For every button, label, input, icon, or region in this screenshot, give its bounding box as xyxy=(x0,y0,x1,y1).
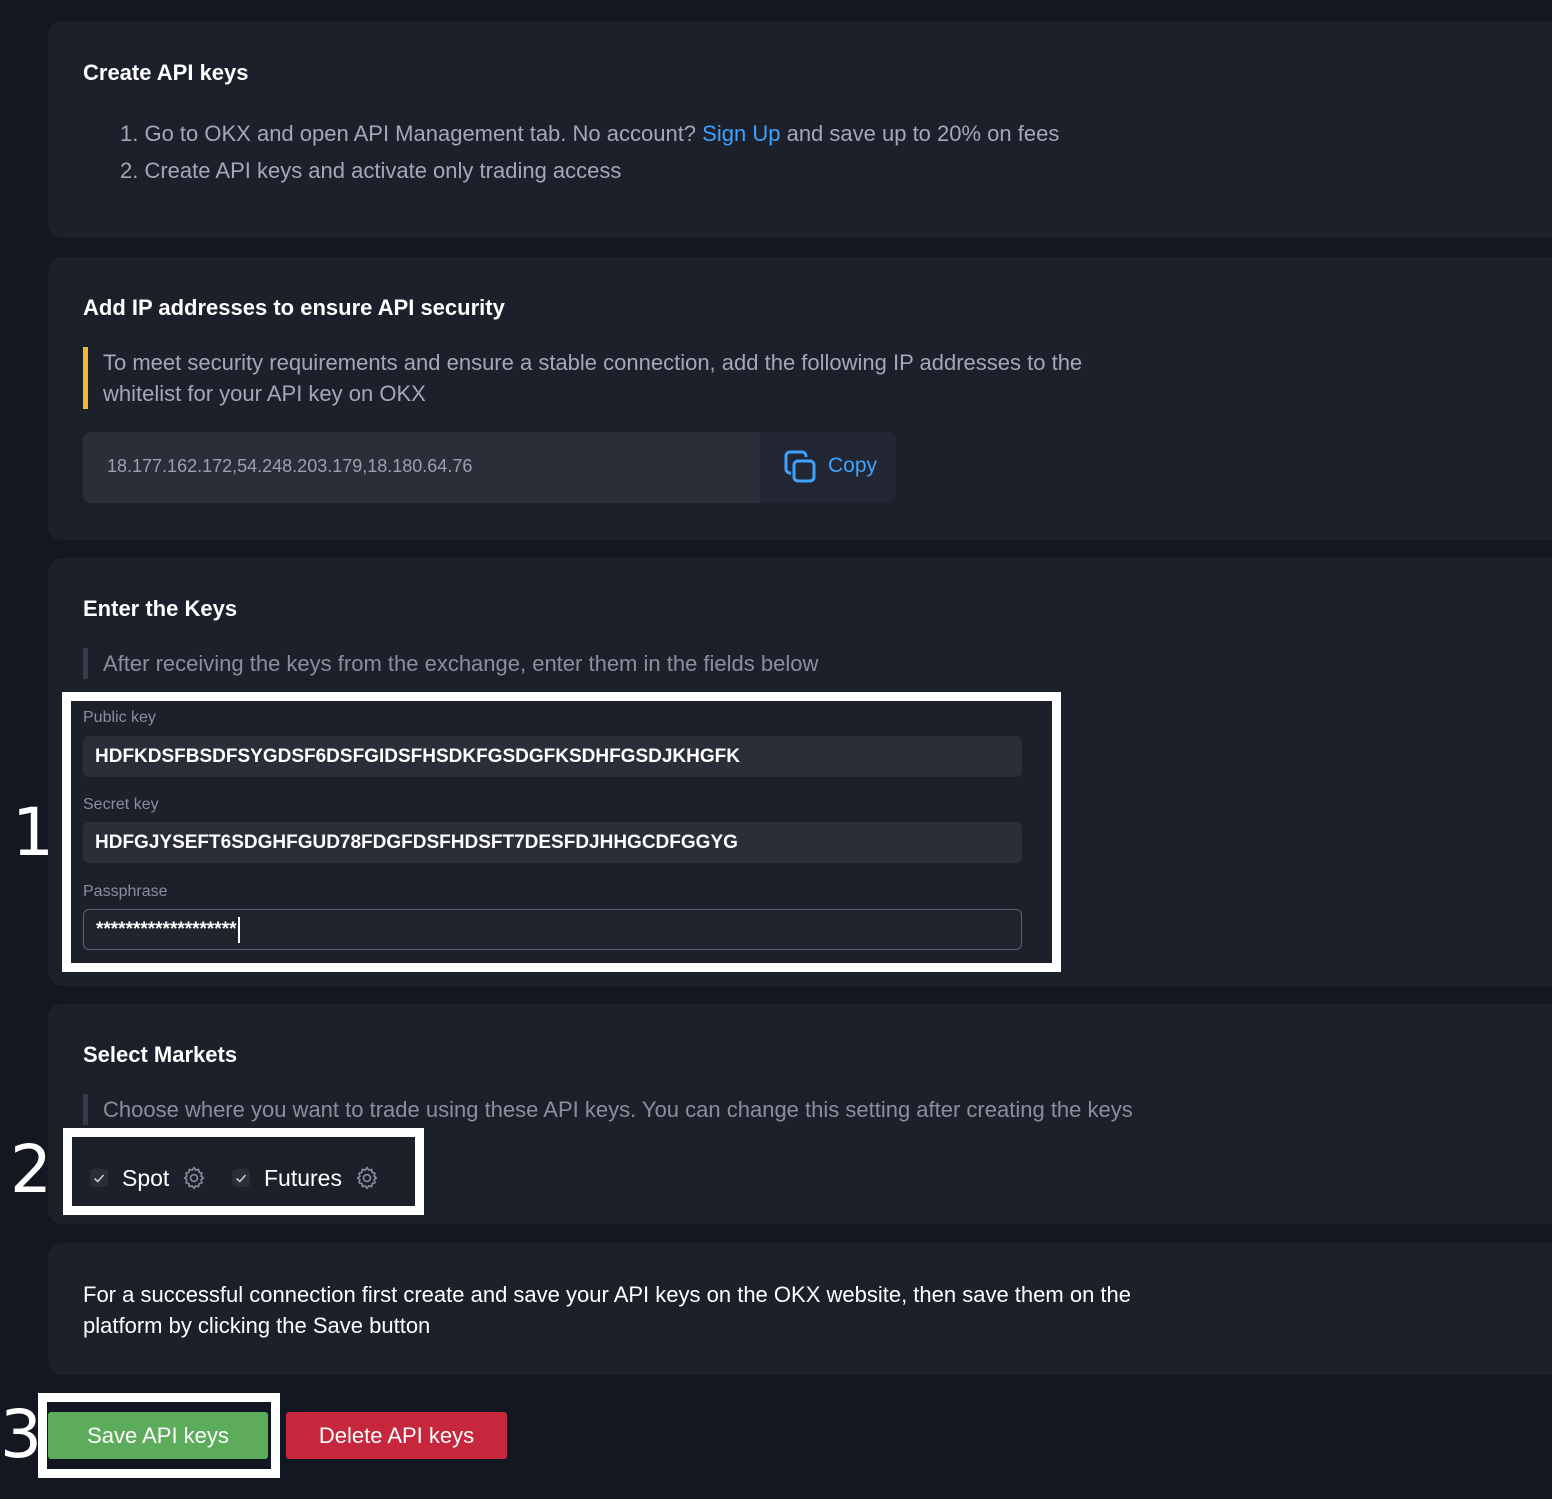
copy-icon xyxy=(784,450,816,483)
save-api-keys-button[interactable]: Save API keys xyxy=(48,1412,268,1459)
public-key-input[interactable]: HDFKDSFBSDFSYGDSF6DSFGIDSFHSDKFGSDGFKSDH… xyxy=(83,736,1022,777)
info-line-2: platform by clicking the Save button xyxy=(83,1313,431,1338)
annotation-number-1: 1 xyxy=(12,794,54,871)
annotation-number-2: 2 xyxy=(10,1131,52,1208)
ip-whitelist-card: Add IP addresses to ensure API security … xyxy=(48,257,1552,540)
secret-key-label: Secret key xyxy=(83,796,159,813)
ip-address-value: 18.177.162.172,54.248.203.179,18.180.64.… xyxy=(107,456,473,476)
create-api-keys-card: Create API keys 1. Go to OKX and open AP… xyxy=(48,21,1552,238)
annotation-number-3: 3 xyxy=(0,1396,42,1473)
info-line-1: For a successful connection first create… xyxy=(83,1282,1131,1307)
step-1: 1. Go to OKX and open API Management tab… xyxy=(120,115,1059,152)
spot-label: Spot xyxy=(122,1164,170,1191)
connection-info-card: For a successful connection first create… xyxy=(48,1243,1552,1375)
select-markets-note: Choose where you want to trade using the… xyxy=(83,1094,1133,1125)
copy-label: Copy xyxy=(828,454,878,477)
passphrase-label: Passphrase xyxy=(83,883,168,900)
gear-icon[interactable] xyxy=(181,1165,207,1191)
select-markets-card: Select Markets Choose where you want to … xyxy=(48,1004,1552,1224)
ip-note-line-2: whitelist for your API key on OKX xyxy=(103,381,426,406)
check-icon xyxy=(93,1174,105,1183)
enter-keys-title: Enter the Keys xyxy=(83,596,238,621)
market-spot[interactable]: Spot xyxy=(90,1158,207,1198)
futures-label: Futures xyxy=(264,1164,342,1191)
create-api-keys-steps: 1. Go to OKX and open API Management tab… xyxy=(120,115,1059,189)
ip-whitelist-title: Add IP addresses to ensure API security xyxy=(83,295,505,320)
step-2: 2. Create API keys and activate only tra… xyxy=(120,158,622,183)
secret-key-input[interactable]: HDFGJYSEFT6SDGHFGUD78FDGFDSFHDSFT7DESFDJ… xyxy=(83,822,1022,863)
enter-keys-note: After receiving the keys from the exchan… xyxy=(83,648,818,679)
futures-checkbox[interactable] xyxy=(232,1169,250,1187)
ip-address-box: 18.177.162.172,54.248.203.179,18.180.64.… xyxy=(83,432,896,503)
text-caret xyxy=(237,916,240,943)
step-1-prefix: 1. Go to OKX and open API Management tab… xyxy=(120,121,697,146)
gear-icon[interactable] xyxy=(354,1165,380,1191)
create-api-keys-title: Create API keys xyxy=(83,60,249,85)
select-markets-title: Select Markets xyxy=(83,1042,238,1067)
market-futures[interactable]: Futures xyxy=(232,1158,380,1198)
passphrase-value: ******************* xyxy=(96,919,237,940)
sign-up-link[interactable]: Sign Up xyxy=(702,121,780,146)
enter-keys-card: Enter the Keys After receiving the keys … xyxy=(48,558,1552,986)
ip-note-line-1: To meet security requirements and ensure… xyxy=(103,350,1083,375)
delete-api-keys-button[interactable]: Delete API keys xyxy=(286,1412,507,1459)
ip-whitelist-note: To meet security requirements and ensure… xyxy=(83,347,1082,409)
spot-checkbox[interactable] xyxy=(90,1169,108,1187)
passphrase-input[interactable]: ******************* xyxy=(83,909,1022,950)
public-key-label: Public key xyxy=(83,709,156,726)
check-icon xyxy=(235,1174,247,1183)
step-1-suffix: and save up to 20% on fees xyxy=(786,121,1060,146)
connection-info-text: For a successful connection first create… xyxy=(83,1279,1131,1341)
copy-button[interactable]: Copy xyxy=(760,432,896,503)
